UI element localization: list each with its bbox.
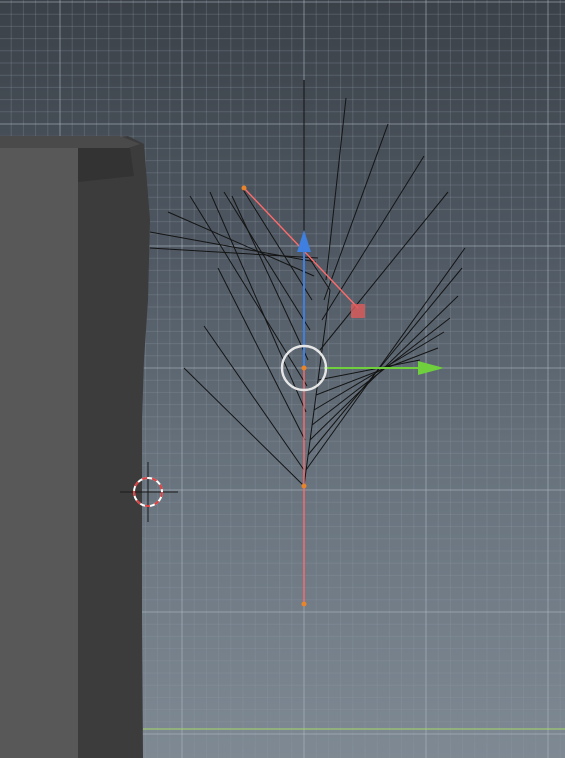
fern-vein-right	[325, 97, 347, 281]
fern-vein-left	[189, 195, 308, 387]
fern-vein-right	[307, 267, 463, 456]
viewport-scene[interactable]	[0, 0, 565, 758]
gizmo-pivot-dot	[301, 365, 307, 371]
wall-bevel	[78, 148, 134, 182]
bone-joint-root[interactable]	[301, 601, 307, 607]
gizmo-x-arrow-icon[interactable]	[418, 361, 444, 375]
fern-vein-left	[149, 231, 317, 263]
fern-vein-right	[305, 247, 466, 471]
fern-vein-left	[149, 247, 319, 259]
3d-viewport[interactable]	[0, 0, 565, 758]
bone-joint-mid[interactable]	[301, 483, 307, 489]
fern-vein-left	[183, 367, 305, 487]
wall-side-face	[78, 136, 150, 758]
fern-vein-right	[319, 191, 449, 351]
wall-top-edge	[0, 136, 140, 148]
wall-mesh[interactable]	[0, 136, 150, 758]
bone-joint-tip[interactable]	[241, 185, 247, 191]
bone-end-handle[interactable]	[351, 304, 365, 318]
wall-front-face	[0, 140, 78, 758]
